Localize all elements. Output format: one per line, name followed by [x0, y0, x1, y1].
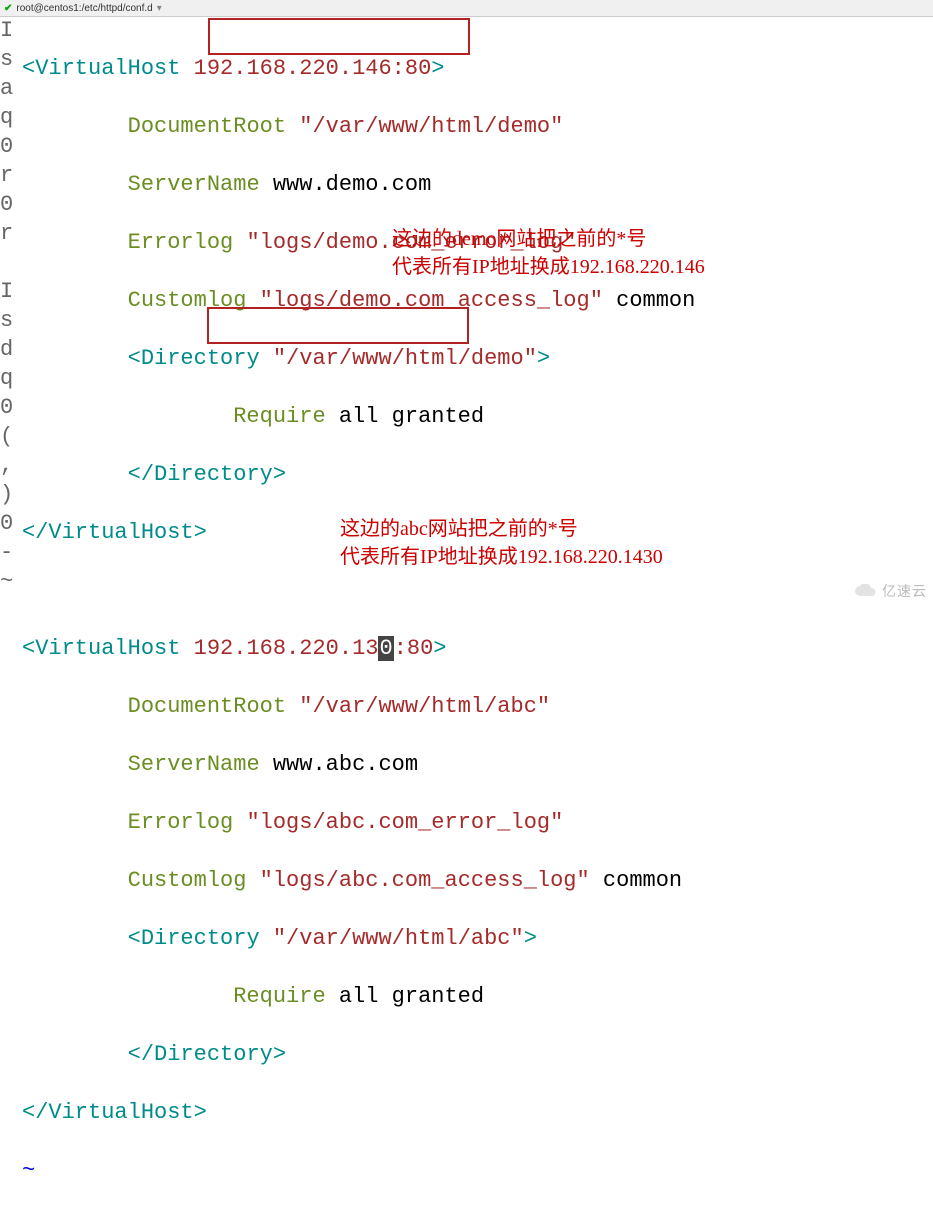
code-line[interactable]: Require all granted [22, 982, 931, 1011]
text-cursor: 0 [378, 636, 393, 661]
code-line[interactable]: Customlog "logs/demo.com_access_log" com… [22, 286, 931, 315]
chevron-down-icon: ▾ [157, 3, 162, 14]
watermark: 亿速云 [854, 581, 927, 601]
code-line[interactable]: Require all granted [22, 402, 931, 431]
code-line[interactable]: <Directory "/var/www/html/abc"> [22, 924, 931, 953]
window-titlebar: ✔ root@centos1:/etc/httpd/conf.d ▾ [0, 0, 933, 17]
annotation-2: 这边的abc网站把之前的*号 代表所有IP地址换成192.168.220.143… [340, 515, 663, 571]
code-line[interactable]: </Directory> [22, 460, 931, 489]
code-line[interactable]: <Directory "/var/www/html/demo"> [22, 344, 931, 373]
code-line[interactable]: Errorlog "logs/abc.com_error_log" [22, 808, 931, 837]
code-line[interactable]: ServerName www.abc.com [22, 750, 931, 779]
code-line[interactable]: ServerName www.demo.com [22, 170, 931, 199]
editor-viewport[interactable]: <VirtualHost 192.168.220.146:80> Documen… [0, 17, 933, 1206]
annotation-1: 这边的demo网站把之前的*号 代表所有IP地址换成192.168.220.14… [392, 225, 705, 281]
code-line[interactable]: <VirtualHost 192.168.220.146:80> [22, 54, 931, 83]
code-line[interactable]: DocumentRoot "/var/www/html/abc" [22, 692, 931, 721]
code-line[interactable]: Customlog "logs/abc.com_access_log" comm… [22, 866, 931, 895]
code-line[interactable]: DocumentRoot "/var/www/html/demo" [22, 112, 931, 141]
title-path: root@centos1:/etc/httpd/conf.d [16, 3, 152, 14]
check-icon: ✔ [4, 3, 12, 14]
code-line[interactable]: ~ [22, 1156, 931, 1185]
code-line[interactable]: </Directory> [22, 1040, 931, 1069]
cloud-icon [854, 584, 878, 598]
code-line[interactable]: </VirtualHost> [22, 1098, 931, 1127]
code-line[interactable] [22, 576, 931, 605]
code-line[interactable]: <VirtualHost 192.168.220.130:80> [22, 634, 931, 663]
